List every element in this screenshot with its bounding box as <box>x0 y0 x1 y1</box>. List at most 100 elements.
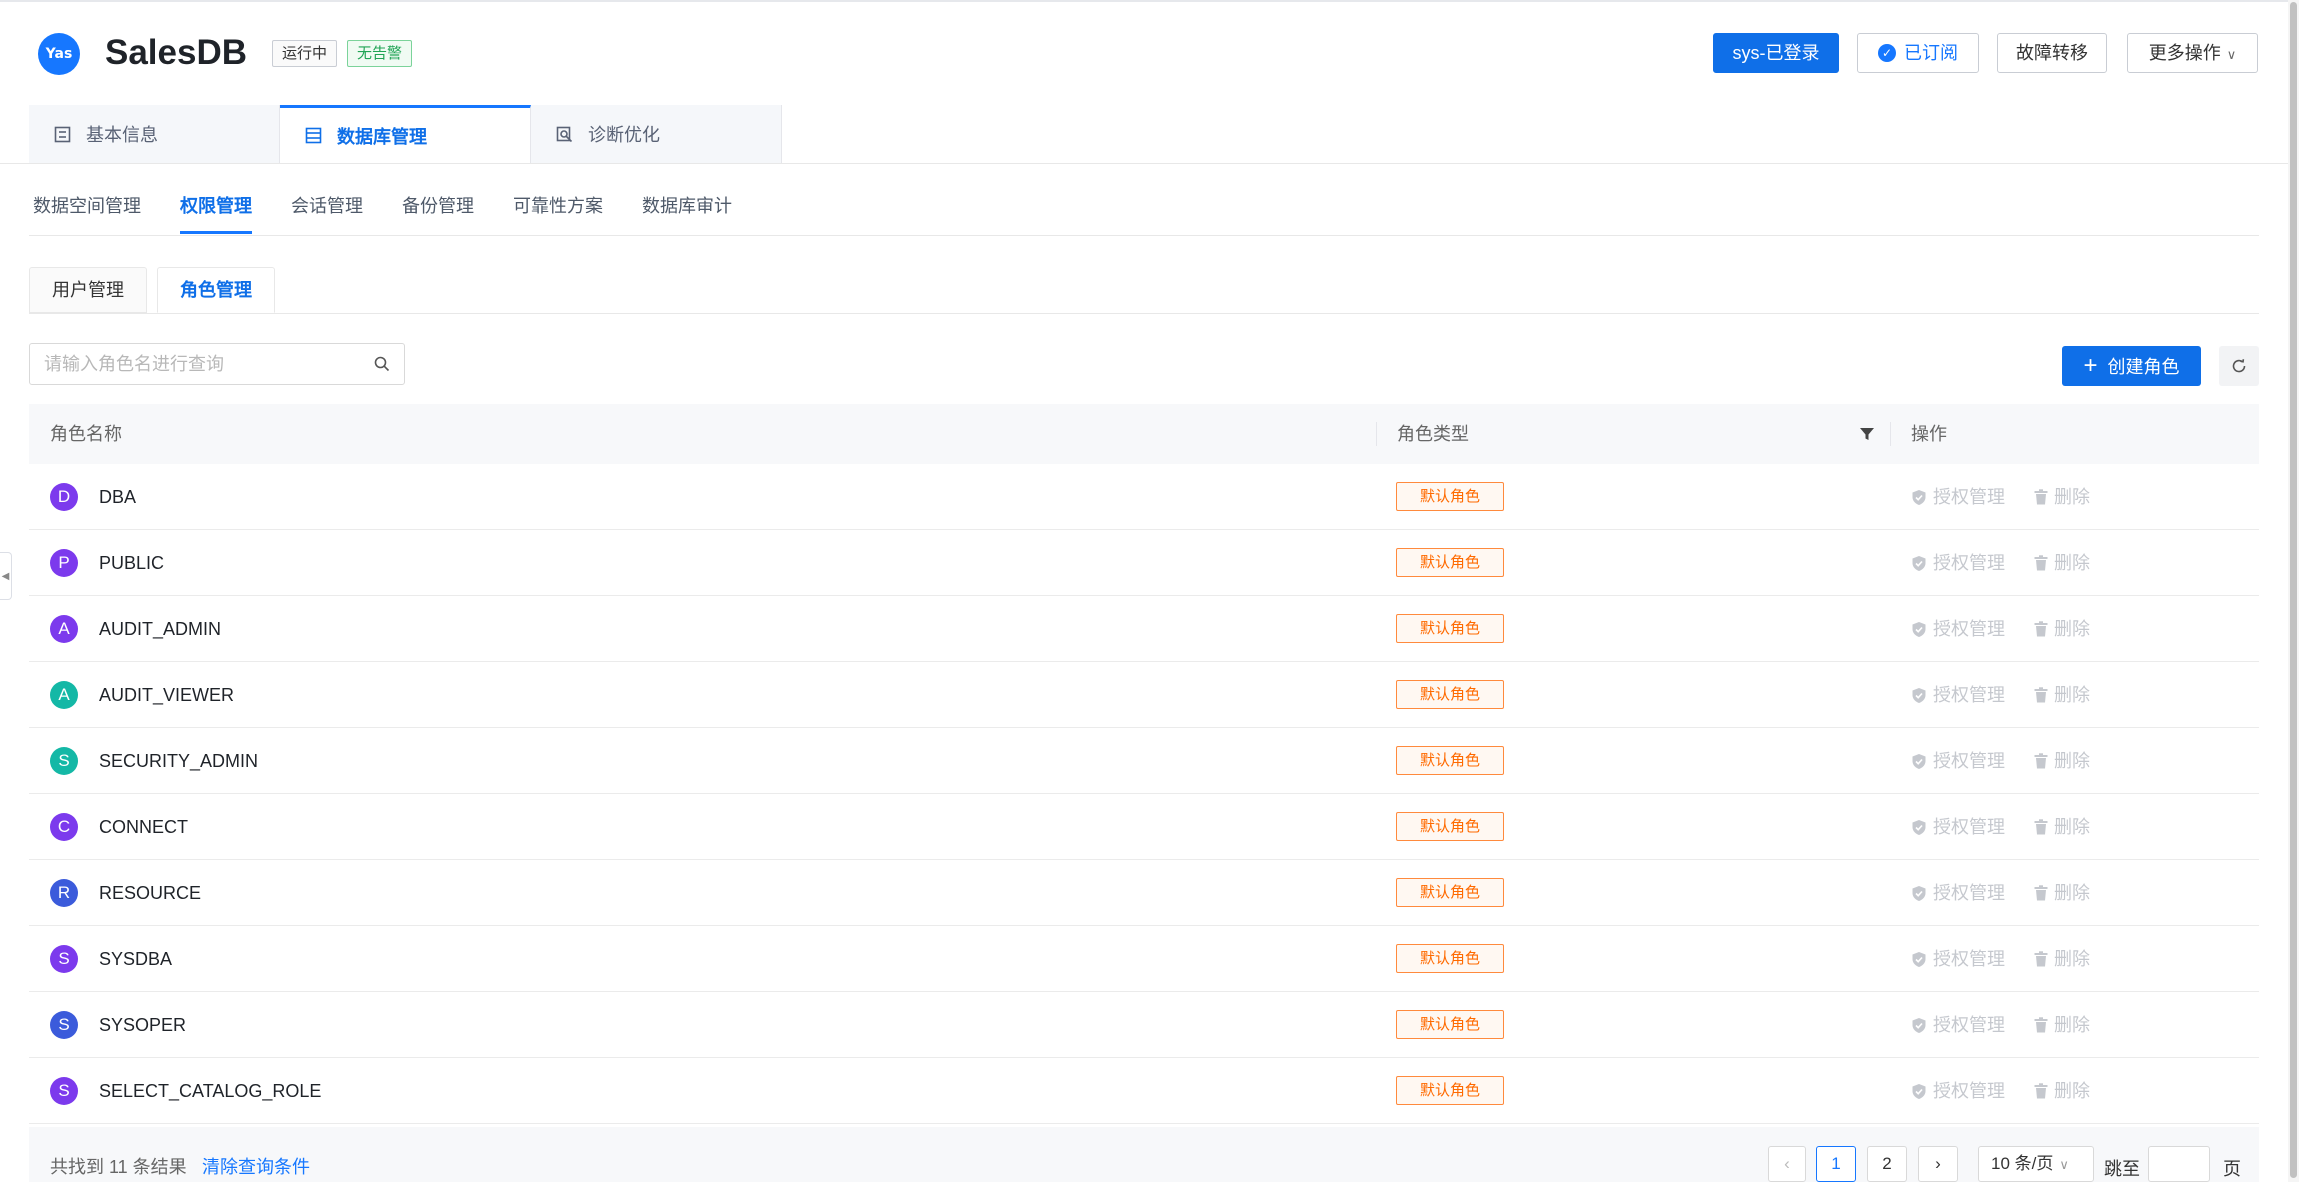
search-icon[interactable] <box>374 356 390 372</box>
subtab-sessions[interactable]: 会话管理 <box>291 192 363 234</box>
table-row: A AUDIT_ADMIN 默认角色 授权管理 删除 <box>29 596 2259 662</box>
collapse-sidebar-handle[interactable]: ◀ <box>0 552 12 600</box>
tab-diagnosis[interactable]: 诊断优化 <box>531 105 782 163</box>
delete-button[interactable]: 删除 <box>2034 530 2090 596</box>
sub-tabs: 数据空间管理 权限管理 会话管理 备份管理 可靠性方案 数据库审计 <box>33 192 732 234</box>
subtab-reliability[interactable]: 可靠性方案 <box>513 192 603 234</box>
trash-icon <box>2034 555 2048 571</box>
tab-label: 数据库管理 <box>337 126 427 147</box>
role-search-box <box>29 343 405 385</box>
database-list-icon <box>305 127 322 144</box>
chevron-down-icon: ∨ <box>2059 1157 2069 1172</box>
divider <box>29 235 2259 236</box>
jump-page-input[interactable] <box>2148 1146 2210 1182</box>
grant-management-button[interactable]: 授权管理 <box>1911 530 2005 596</box>
trash-icon <box>2034 819 2048 835</box>
grant-label: 授权管理 <box>1933 1081 2005 1101</box>
tab-basic-info[interactable]: 基本信息 <box>29 105 280 163</box>
avatar: A <box>50 681 78 709</box>
role-type-badge: 默认角色 <box>1396 1076 1504 1105</box>
column-header-role-name: 角色名称 <box>50 424 122 444</box>
grant-management-button[interactable]: 授权管理 <box>1911 662 2005 728</box>
subtab-backup[interactable]: 备份管理 <box>402 192 474 234</box>
delete-button[interactable]: 删除 <box>2034 1058 2090 1124</box>
page-size-select[interactable]: 10 条/页 ∨ <box>1978 1146 2094 1182</box>
failover-button[interactable]: 故障转移 <box>1997 33 2107 73</box>
delete-button[interactable]: 删除 <box>2034 992 2090 1058</box>
tab-label: 诊断优化 <box>588 125 660 145</box>
app-logo: Yas <box>38 33 80 75</box>
card-tabs: 用户管理 角色管理 <box>29 267 275 313</box>
tab-database-management[interactable]: 数据库管理 <box>280 105 531 163</box>
prev-page-button[interactable]: ‹ <box>1768 1146 1806 1182</box>
scrollbar-thumb[interactable] <box>2290 2 2297 1178</box>
next-page-button[interactable]: › <box>1918 1146 1958 1182</box>
subtab-dataspace[interactable]: 数据空间管理 <box>33 192 141 234</box>
delete-button[interactable]: 删除 <box>2034 926 2090 992</box>
role-name: SECURITY_ADMIN <box>99 751 259 771</box>
page-title: SalesDB <box>105 33 248 72</box>
role-type-badge: 默认角色 <box>1396 746 1504 775</box>
role-name: SYSDBA <box>99 949 173 969</box>
column-header-role-type: 角色类型 <box>1397 424 1469 444</box>
result-count: 共找到 11 条结果 <box>50 1157 187 1177</box>
delete-button[interactable]: 删除 <box>2034 794 2090 860</box>
delete-button[interactable]: 删除 <box>2034 860 2090 926</box>
table-row: S SECURITY_ADMIN 默认角色 授权管理 删除 <box>29 728 2259 794</box>
table-row: S SYSOPER 默认角色 授权管理 删除 <box>29 992 2259 1058</box>
check-circle-icon: ✓ <box>1878 44 1896 62</box>
page-1-button[interactable]: 1 <box>1816 1146 1856 1182</box>
refresh-button[interactable] <box>2219 346 2259 386</box>
role-name: SYSOPER <box>99 1015 187 1035</box>
roles-table: 角色名称 角色类型 操作 D DBA 默认角色 授权管理 删除 P PUBLIC 默认角色 授权… <box>29 404 2259 1124</box>
delete-label: 删除 <box>2054 553 2090 573</box>
delete-label: 删除 <box>2054 1081 2090 1101</box>
page-2-button[interactable]: 2 <box>1867 1146 1907 1182</box>
delete-button[interactable]: 删除 <box>2034 464 2090 530</box>
avatar: A <box>50 615 78 643</box>
role-type-badge: 默认角色 <box>1396 548 1504 577</box>
role-type-badge: 默认角色 <box>1396 1010 1504 1039</box>
login-button[interactable]: sys-已登录 <box>1713 33 1839 73</box>
grant-management-button[interactable]: 授权管理 <box>1911 860 2005 926</box>
delete-label: 删除 <box>2054 1015 2090 1035</box>
filter-icon[interactable] <box>1859 426 1875 442</box>
grant-management-button[interactable]: 授权管理 <box>1911 926 2005 992</box>
subtab-audit[interactable]: 数据库审计 <box>642 192 732 234</box>
more-actions-button[interactable]: 更多操作 ∨ <box>2127 33 2258 73</box>
trash-icon <box>2034 1017 2048 1033</box>
grant-management-button[interactable]: 授权管理 <box>1911 728 2005 794</box>
role-search-input[interactable] <box>44 344 364 384</box>
grant-label: 授权管理 <box>1933 487 2005 507</box>
delete-button[interactable]: 删除 <box>2034 596 2090 662</box>
role-name: DBA <box>99 487 137 507</box>
clear-filters-link[interactable]: 清除查询条件 <box>202 1153 310 1179</box>
delete-button[interactable]: 删除 <box>2034 662 2090 728</box>
grant-label: 授权管理 <box>1933 751 2005 771</box>
shield-icon <box>1912 489 1926 505</box>
grant-management-button[interactable]: 授权管理 <box>1911 992 2005 1058</box>
delete-label: 删除 <box>2054 883 2090 903</box>
shield-icon <box>1912 885 1926 901</box>
refresh-icon <box>2232 359 2246 373</box>
subscribe-button[interactable]: ✓ 已订阅 <box>1857 33 1979 73</box>
grant-management-button[interactable]: 授权管理 <box>1911 464 2005 530</box>
create-role-button[interactable]: + 创建角色 <box>2062 346 2201 386</box>
diagnosis-icon <box>556 126 573 142</box>
grant-management-button[interactable]: 授权管理 <box>1911 1058 2005 1124</box>
status-badge: 运行中 <box>272 40 338 67</box>
avatar: P <box>50 549 78 577</box>
tab-role-management[interactable]: 角色管理 <box>157 267 275 313</box>
grant-management-button[interactable]: 授权管理 <box>1911 596 2005 662</box>
subtab-permissions[interactable]: 权限管理 <box>180 192 252 234</box>
info-grid-icon <box>54 126 71 142</box>
delete-label: 删除 <box>2054 487 2090 507</box>
tab-user-management[interactable]: 用户管理 <box>29 267 147 313</box>
avatar: S <box>50 1011 78 1039</box>
delete-button[interactable]: 删除 <box>2034 728 2090 794</box>
role-name: AUDIT_ADMIN <box>99 619 222 639</box>
create-role-label: 创建角色 <box>2107 357 2180 377</box>
grant-management-button[interactable]: 授权管理 <box>1911 794 2005 860</box>
grant-label: 授权管理 <box>1933 817 2005 837</box>
trash-icon <box>2034 621 2048 637</box>
